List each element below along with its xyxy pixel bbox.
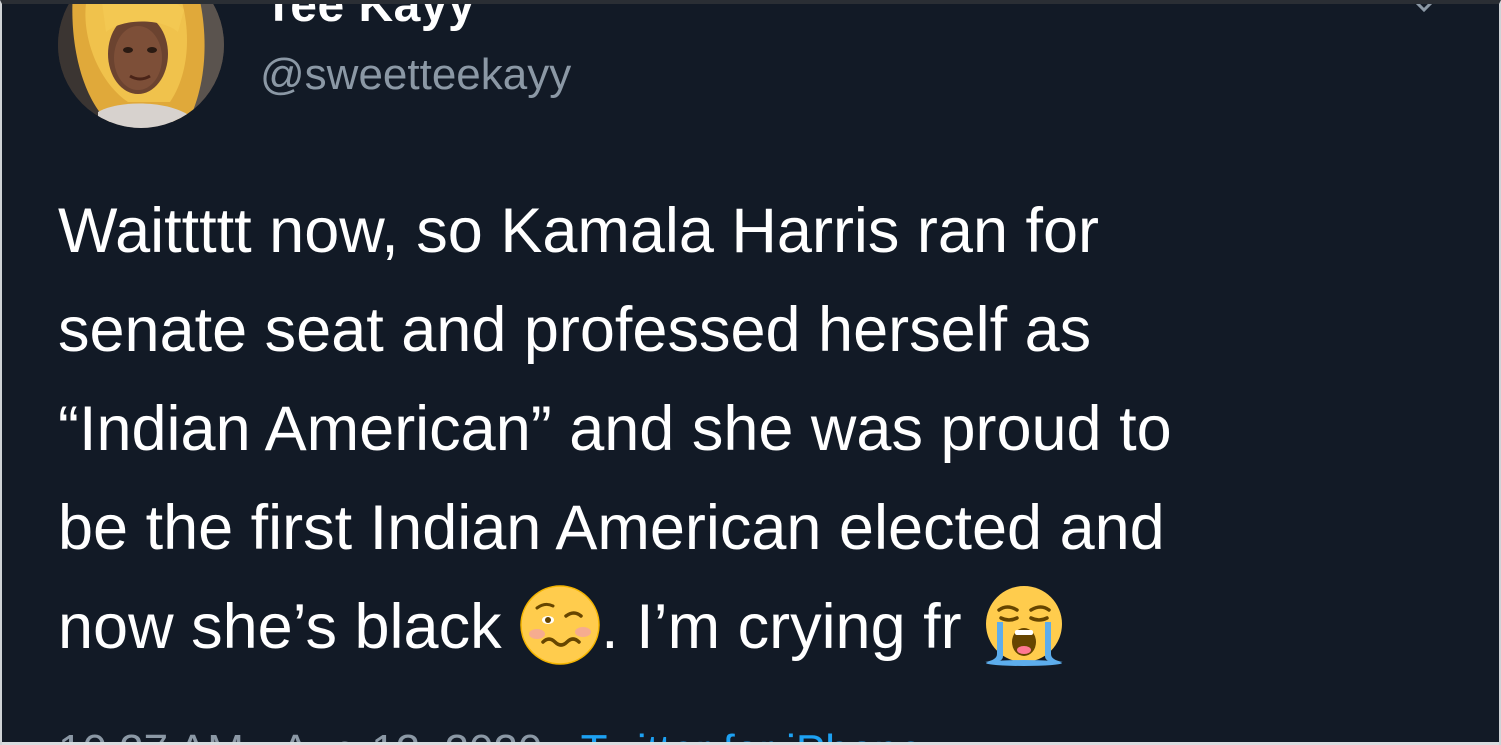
tweet-card: Tee Kayy @sweetteekayy Waittttt now, so … <box>0 0 1501 745</box>
tweet-text-line: senate seat and professed herself as <box>58 295 1092 365</box>
tweet-text: Waittttt now, so Kamala Harris ran for s… <box>58 182 1458 677</box>
loudly-crying-face-icon <box>979 584 1064 666</box>
display-name[interactable]: Tee Kayy <box>264 4 475 33</box>
tweet-text-line: Waittttt now, so Kamala Harris ran for <box>58 196 1100 266</box>
tweet-text-line: “Indian American” and she was proud to <box>58 394 1172 464</box>
tweet-text-line: be the first Indian American elected and <box>58 493 1165 563</box>
tweet-text-segment: now she’s black <box>58 592 520 662</box>
tweet-text-line-last: now she’s black . I’m crying fr <box>58 578 1458 677</box>
woozy-face-icon <box>519 584 601 666</box>
chevron-down-icon[interactable] <box>1414 4 1434 16</box>
avatar[interactable] <box>58 4 224 128</box>
tweet-text-segment: . I’m crying fr <box>601 592 980 662</box>
avatar-photo <box>58 4 224 128</box>
user-handle[interactable]: @sweetteekayy <box>260 50 571 100</box>
